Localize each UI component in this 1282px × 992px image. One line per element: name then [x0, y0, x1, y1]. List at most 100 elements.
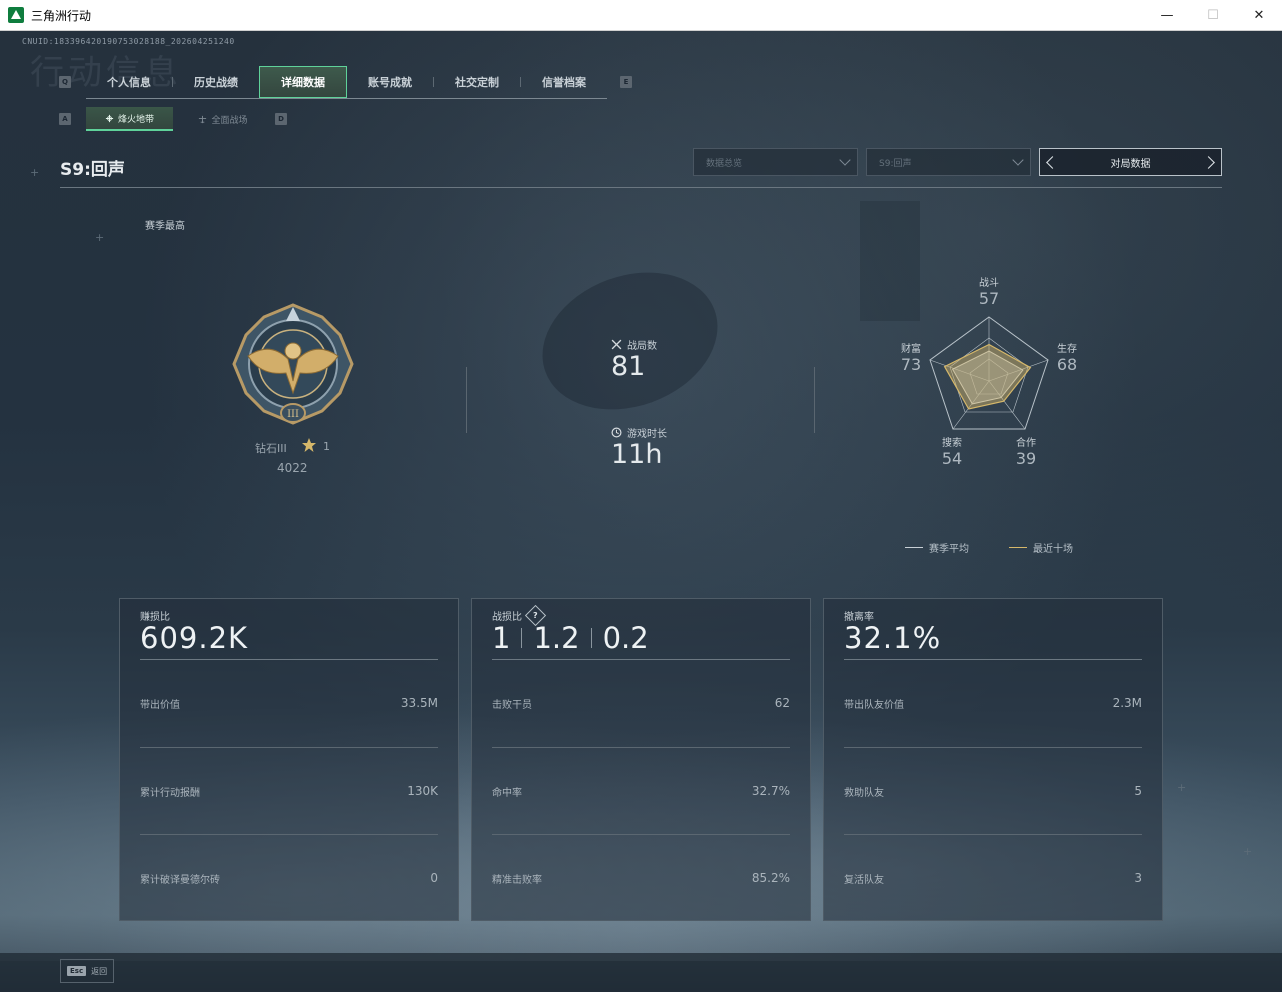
rank-tier: 钻石III: [255, 442, 287, 455]
value-separator: [590, 628, 592, 648]
close-button[interactable]: ✕: [1236, 0, 1282, 31]
season-dropdown[interactable]: S9:回声: [866, 148, 1031, 176]
rank-score: 4022: [277, 461, 308, 475]
stat-row-label: 命中率: [492, 787, 522, 799]
stat-row-label: 带出价值: [140, 699, 180, 711]
stat-row: 累计破译曼德尔砖 0: [140, 870, 438, 886]
key-hint-q: Q: [59, 76, 71, 88]
crossed-swords-icon: [611, 339, 622, 350]
chevron-down-icon: [839, 154, 851, 166]
section-divider: [814, 367, 815, 433]
radar-label-wealth: 财富: [901, 344, 921, 355]
tab-detailed-data[interactable]: 详细数据: [259, 66, 347, 98]
decor-plus-icon: +: [30, 166, 40, 179]
subtab-operations[interactable]: 烽火地带: [86, 107, 173, 131]
window-controls: — ☐ ✕: [1144, 0, 1282, 31]
card-divider: [140, 659, 438, 660]
tab-social[interactable]: 社交定制: [434, 66, 520, 98]
tab-personal-info[interactable]: 个人信息: [86, 66, 172, 98]
stat-row-value: 0: [430, 871, 438, 885]
season-divider: [60, 187, 1222, 188]
kd-values: 1 1.2 0.2: [492, 621, 649, 655]
star-icon: [302, 438, 316, 452]
rank-stars: 1: [323, 440, 330, 453]
decor-plus-icon: +: [1177, 781, 1187, 794]
chevron-right-icon[interactable]: [1202, 155, 1215, 169]
stat-row-value: 62: [774, 696, 790, 710]
radar-value-combat: 57: [978, 289, 1000, 308]
tab-reputation[interactable]: 信誉档案: [521, 66, 607, 98]
stat-row-value: 3: [1134, 871, 1142, 885]
row-divider: [844, 747, 1142, 748]
back-label: 返回: [91, 966, 108, 976]
stat-row: 复活队友 3: [844, 870, 1142, 886]
legend-recent-ten: 最近十场: [1009, 540, 1073, 555]
radar-label-teamwork: 合作: [1016, 438, 1036, 449]
key-hint-d: D: [275, 113, 287, 125]
stat-row-label: 复活队友: [844, 874, 884, 886]
minimize-button[interactable]: —: [1144, 0, 1190, 31]
playtime-stat-label: 游戏时长: [611, 425, 667, 440]
stat-row-label: 带出队友价值: [844, 699, 904, 711]
stat-row: 救助队友 5: [844, 783, 1142, 799]
window-titlebar: 三角洲行动 — ☐ ✕: [0, 0, 1282, 31]
radar-value-wealth: 73: [900, 355, 922, 374]
row-divider: [140, 834, 438, 835]
radar-label-search: 搜索: [942, 438, 962, 449]
legend-recent-label: 最近十场: [1033, 544, 1073, 555]
maximize-button[interactable]: ☐: [1190, 0, 1236, 31]
matches-stat-label: 战局数: [611, 337, 657, 352]
chevron-down-icon: [1012, 154, 1024, 166]
stat-row-value: 5: [1134, 784, 1142, 798]
chevron-left-icon[interactable]: [1046, 155, 1059, 169]
radar-label-survival: 生存: [1057, 344, 1077, 355]
radar-value-teamwork: 39: [1015, 449, 1037, 468]
extraction-rate-card: 撤离率 32.1% 带出队友价值 2.3M 救助队友 5 复活队友 3: [823, 598, 1163, 921]
data-mode-dropdown[interactable]: 数据总览: [693, 148, 858, 176]
tab-history[interactable]: 历史战绩: [173, 66, 259, 98]
season-title: S9:回声: [60, 160, 125, 180]
decor-plus-icon: +: [95, 231, 105, 244]
ability-radar-chart: [929, 316, 1049, 430]
legend-swatch-average: [905, 547, 923, 548]
row-divider: [492, 834, 790, 835]
subtab-warfare[interactable]: 全面战场: [173, 107, 273, 131]
bottom-bar: [0, 953, 1282, 992]
section-divider: [466, 367, 467, 433]
legend-swatch-recent: [1009, 547, 1027, 548]
background-tower: [860, 201, 920, 321]
radar-value-search: 54: [941, 449, 963, 468]
tab-achievements[interactable]: 账号成就: [347, 66, 433, 98]
row-divider: [492, 747, 790, 748]
stat-row: 击败干员 62: [492, 695, 790, 711]
kill-death-card: 战损比 ? 1 1.2 0.2 击败干员 62 命中率 32.7% 精准击败率 …: [471, 598, 811, 921]
radar-value-survival: 68: [1056, 355, 1078, 374]
legend-season-average: 赛季平均: [905, 540, 969, 555]
kd-value: 1.2: [533, 621, 580, 655]
row-divider: [140, 747, 438, 748]
diamond-rank-badge-icon: III: [232, 303, 354, 425]
cnuid-text: CNUID:1833964201907530281​88_20260425124…: [22, 37, 235, 46]
legend-average-label: 赛季平均: [929, 544, 969, 555]
stat-row-value: 33.5M: [400, 696, 438, 710]
app-logo-icon: [8, 7, 24, 23]
warfare-icon: [199, 115, 207, 123]
stat-row-label: 累计破译曼德尔砖: [140, 874, 220, 886]
sub-tabs: 烽火地带 全面战场: [86, 107, 273, 131]
esc-key: Esc: [67, 966, 87, 976]
operations-icon: [105, 114, 114, 122]
data-mode-dropdown-value: 数据总览: [706, 158, 743, 169]
key-hint-a: A: [59, 113, 71, 125]
kd-value: 1: [492, 621, 511, 655]
stat-row: 命中率 32.7%: [492, 783, 790, 799]
decor-plus-icon: +: [1243, 845, 1253, 858]
stat-row: 累计行动报酬 130K: [140, 783, 438, 799]
main-tabs: 个人信息 历史战绩 详细数据 账号成就 社交定制 信誉档案: [86, 66, 607, 99]
match-data-switch[interactable]: 对局数据: [1039, 148, 1222, 176]
back-button[interactable]: Esc 返回: [60, 959, 114, 983]
stat-row: 带出价值 33.5M: [140, 695, 438, 711]
subtab-warfare-label: 全面战场: [211, 115, 248, 126]
extraction-rate-value: 32.1%: [844, 621, 942, 655]
stat-row-label: 精准击败率: [492, 874, 542, 886]
stat-row-value: 32.7%: [751, 784, 790, 798]
